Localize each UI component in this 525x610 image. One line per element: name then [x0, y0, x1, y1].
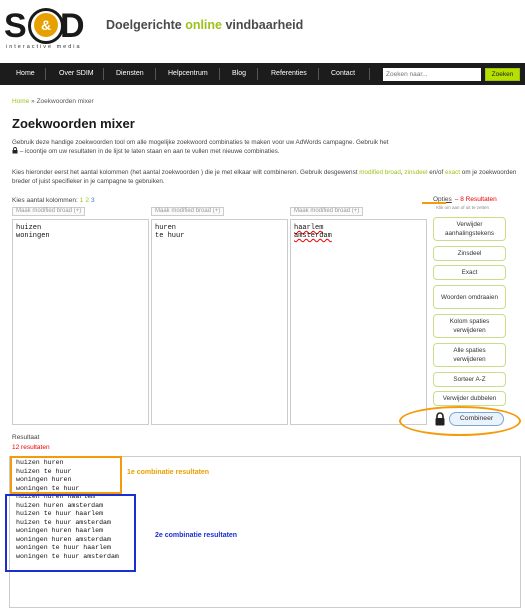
option-remove-column-spaces[interactable]: Kolom spaties verwijderen: [433, 314, 506, 338]
breadcrumb-separator: »: [29, 98, 37, 105]
link-exact[interactable]: exact: [445, 169, 460, 176]
tagline-part1: Doelgerichte: [106, 18, 186, 32]
keyword-column-1[interactable]: huizen woningen: [12, 219, 149, 425]
nav-contact[interactable]: Contact: [331, 63, 355, 85]
nav-referenties[interactable]: Referenties: [271, 63, 307, 85]
intro-text-1a: Gebruik deze handige zoekwoorden tool om…: [12, 139, 389, 146]
option-remove-duplicates[interactable]: Verwijder dubbelen: [433, 391, 506, 406]
nav-divider: [103, 68, 104, 80]
options-result-count: – 8 Resultaten: [454, 196, 497, 203]
keyword-line: te huur: [155, 232, 185, 240]
logo-subtitle: interactive media: [6, 44, 82, 50]
combine-button[interactable]: Combineer: [449, 412, 504, 426]
page-title: Zoekwoorden mixer: [12, 116, 135, 131]
column-count-1[interactable]: 1: [80, 197, 84, 204]
nav-blog[interactable]: Blog: [232, 63, 246, 85]
annotation-underline: [422, 202, 446, 204]
annotation-box-first: [10, 456, 122, 494]
intro-text-2a: Kies hieronder eerst het aantal kolommen…: [12, 169, 360, 176]
modified-broad-button-3[interactable]: Maak modified broad (+): [290, 207, 364, 216]
keyword-line: haarlem: [294, 224, 324, 232]
column-count-2[interactable]: 2: [85, 197, 89, 204]
nav-divider: [219, 68, 220, 80]
logo-letter-s: S: [4, 7, 27, 45]
keyword-column-2[interactable]: huren te huur: [151, 219, 288, 425]
tagline: Doelgerichte online vindbaarheid: [106, 18, 303, 32]
keyword-line: woningen: [16, 232, 50, 240]
option-remove-quotes[interactable]: Verwijder aanhalingstekens: [433, 217, 506, 241]
breadcrumb: Home » Zoekwoorden mixer: [12, 98, 94, 105]
options-hint: Klik om aan of uit te zetten: [436, 205, 490, 210]
nav-over-sdim[interactable]: Over SDIM: [59, 63, 94, 85]
logo-letter-d: D: [60, 7, 85, 45]
option-reverse-words[interactable]: Woorden omdraaien: [433, 285, 506, 309]
link-modified-broad[interactable]: modified broad: [359, 169, 401, 176]
nav-helpcentrum[interactable]: Helpcentrum: [168, 63, 208, 85]
intro-text-1: Gebruik deze handige zoekwoorden tool om…: [12, 138, 412, 156]
annotation-first-label: 1e combinatie resultaten: [127, 469, 210, 476]
intro-text-2: Kies hieronder eerst het aantal kolommen…: [12, 168, 517, 186]
breadcrumb-home[interactable]: Home: [12, 98, 29, 105]
result-title: Resultaat: [12, 434, 40, 441]
nav-divider: [155, 68, 156, 80]
nav-divider: [369, 68, 370, 80]
intro-text-2c: en/of: [427, 169, 445, 176]
option-phrase[interactable]: Zinsdeel: [433, 246, 506, 261]
option-exact[interactable]: Exact: [433, 265, 506, 280]
nav-divider: [318, 68, 319, 80]
nav-home[interactable]: Home: [16, 63, 35, 85]
keyword-line: huizen: [16, 224, 42, 232]
annotation-box-second: [5, 494, 136, 572]
columns-count-text: Kies aantal kolommen:: [12, 197, 78, 204]
annotation-second-label: 2e combinatie resultaten: [155, 532, 238, 539]
nav-diensten[interactable]: Diensten: [116, 63, 144, 85]
breadcrumb-current: Zoekwoorden mixer: [36, 98, 94, 105]
option-sort-az[interactable]: Sorteer A-Z: [433, 372, 506, 387]
tagline-part2: vindbaarheid: [222, 18, 304, 32]
columns-count-label: Kies aantal kolommen: 1 2 3: [12, 197, 95, 204]
result-count: 12 resultaten: [12, 444, 50, 451]
keyword-column-3[interactable]: haarlem amsterdam: [290, 219, 427, 425]
intro-text-1b: – icoontje om uw resultaten in de lijst …: [18, 148, 280, 155]
option-remove-all-spaces[interactable]: Alle spaties verwijderen: [433, 343, 506, 367]
search-input[interactable]: [383, 68, 481, 81]
logo[interactable]: S & D interactive media: [4, 6, 96, 50]
keyword-line: huren: [155, 224, 177, 232]
keyword-line: amsterdam: [294, 232, 332, 240]
site-header: S & D interactive media Doelgerichte onl…: [0, 0, 525, 55]
logo-ampersand: &: [34, 13, 58, 37]
nav-divider: [45, 68, 46, 80]
nav-divider: [257, 68, 258, 80]
column-count-3[interactable]: 3: [91, 197, 95, 204]
lock-icon[interactable]: [434, 412, 446, 426]
modified-broad-button-2[interactable]: Maak modified broad (+): [151, 207, 225, 216]
link-zinsdeel[interactable]: zinsdeel: [404, 169, 427, 176]
search-button[interactable]: Zoeken: [485, 68, 520, 81]
tagline-highlight: online: [185, 18, 222, 32]
modified-broad-button-1[interactable]: Maak modified broad (+): [12, 207, 86, 216]
